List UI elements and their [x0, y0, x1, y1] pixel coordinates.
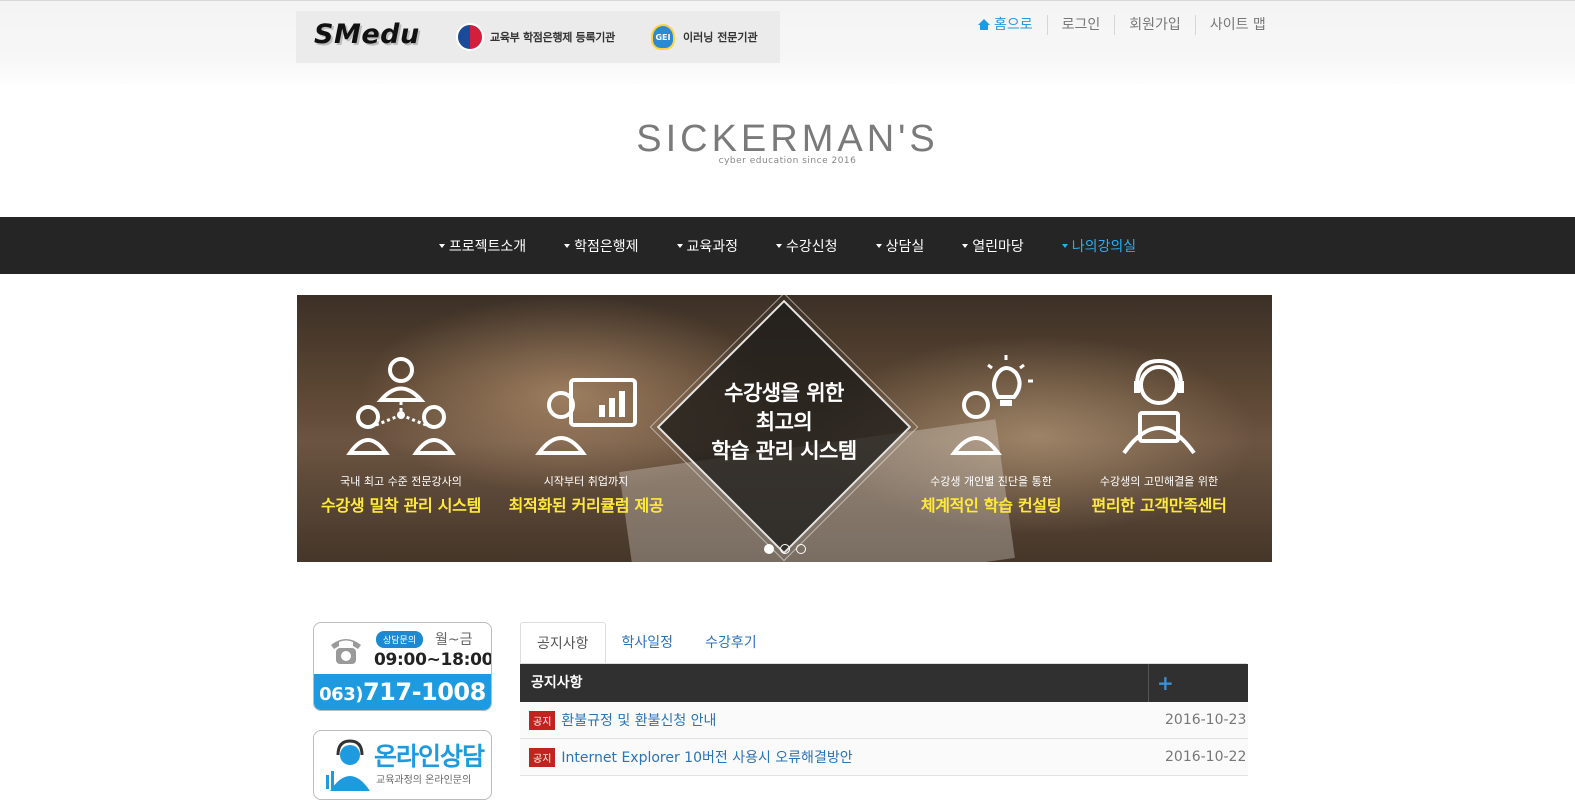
brand-box: SMedu 교육부 학점은행제 등록기관 GEI 이러닝 전문기관: [296, 11, 780, 63]
caret-down-icon: [875, 243, 882, 248]
nav-item-credit-bank[interactable]: 학점은행제: [545, 236, 657, 256]
presenter-chart-icon: [535, 378, 637, 455]
notice-subject[interactable]: 환불규정 및 환불신청 안내: [561, 710, 1148, 730]
nav-item-project[interactable]: 프로젝트소개: [420, 236, 545, 256]
feature-2: 시작부터 취업까지 최적화된 커리큘럼 제공: [486, 355, 686, 516]
util-signup-link[interactable]: 회원가입: [1114, 15, 1195, 35]
utility-nav: 홈으로 로그인 회원가입 사이트 맵: [978, 15, 1280, 35]
table-row[interactable]: 공지 환불규정 및 환불신청 안내 2016-10-23: [520, 702, 1248, 739]
caret-down-icon: [962, 243, 969, 248]
gov-badge: 교육부 학점은행제 등록기관: [456, 23, 615, 51]
gov-badge-label: 교육부 학점은행제 등록기관: [490, 31, 615, 44]
nav-item-community[interactable]: 열린마당: [943, 236, 1043, 256]
consult-tag: 상담문의: [376, 631, 424, 648]
nav-item-counseling[interactable]: 상담실: [857, 236, 944, 256]
banner-center-diamond: 수강생을 위한 최고의 학습 관리 시스템: [649, 295, 919, 562]
nav-item-my-classroom[interactable]: 나의강의실: [1043, 236, 1155, 256]
home-icon: [978, 19, 990, 30]
notice-subject[interactable]: Internet Explorer 10버전 사용시 오류해결방안: [561, 747, 1148, 767]
telephone-icon: [331, 639, 361, 664]
feature-1-big: 수강생 밀착 관리 시스템: [320, 496, 481, 515]
util-login-link[interactable]: 로그인: [1046, 15, 1115, 35]
notice-date: 2016-10-23: [1165, 712, 1247, 728]
consult-hours: 09:00~18:00: [374, 650, 492, 670]
feature-4-big: 편리한 고객만족센터: [1091, 496, 1227, 515]
util-sitemap-link[interactable]: 사이트 맵: [1194, 15, 1280, 35]
slider-dot-2[interactable]: [780, 544, 790, 554]
feature-4: 수강생의 고민해결을 위한 편리한 고객만족센터: [1059, 355, 1259, 516]
gei-emblem-icon: GEI: [651, 24, 675, 50]
idea-person-icon: [950, 355, 1033, 455]
slider-dot-3[interactable]: [796, 544, 806, 554]
smedu-logo[interactable]: SMedu: [314, 19, 420, 50]
caret-down-icon: [1061, 243, 1068, 248]
board-header: 공지사항 +: [520, 664, 1248, 702]
site-subtitle: cyber education since 2016: [718, 156, 857, 166]
gei-badge: GEI 이러닝 전문기관: [651, 21, 758, 53]
board-tabs: 공지사항 학사일정 수강후기: [520, 622, 773, 664]
online-consult-desc: 교육과정의 온라인문의: [376, 775, 472, 786]
consult-days: 월~금: [435, 632, 473, 648]
counselor-headset-icon: [326, 739, 370, 791]
people-network-icon: [346, 357, 456, 455]
feature-2-big: 최적화된 커리큘럼 제공: [508, 496, 664, 515]
slider-dot-1[interactable]: [764, 544, 774, 554]
board-header-title: 공지사항: [520, 664, 1149, 702]
caret-down-icon: [676, 243, 683, 248]
gei-badge-label: 이러닝 전문기관: [683, 31, 758, 44]
hero-banner[interactable]: 국내 최고 수준 전문강사의 수강생 밀착 관리 시스템 시작부터 취업까지 최…: [297, 295, 1272, 562]
caret-down-icon: [776, 243, 783, 248]
feature-1-small: 국내 최고 수준 전문강사의: [340, 475, 462, 488]
nav-item-enrollment[interactable]: 수강신청: [757, 236, 857, 256]
phone-number: 063)717-1008: [314, 674, 491, 710]
tab-reviews[interactable]: 수강후기: [689, 622, 773, 664]
tab-schedule[interactable]: 학사일정: [606, 622, 690, 664]
headset-support-icon: [1122, 358, 1196, 455]
caret-down-icon: [438, 243, 445, 248]
notice-board: 공지사항 + 공지 환불규정 및 환불신청 안내 2016-10-23 공지 I…: [520, 664, 1248, 776]
nav-item-courses[interactable]: 교육과정: [658, 236, 758, 256]
tab-notices[interactable]: 공지사항: [520, 622, 606, 664]
notice-date: 2016-10-22: [1165, 749, 1247, 765]
phone-consult-box[interactable]: 상담문의 월~금 09:00~18:00 063)717-1008: [313, 622, 492, 711]
more-plus-icon[interactable]: +: [1149, 664, 1248, 702]
notice-badge: 공지: [529, 747, 556, 767]
table-row[interactable]: 공지 Internet Explorer 10버전 사용시 오류해결방안 201…: [520, 739, 1248, 776]
online-consult-box[interactable]: 온라인상담 교육과정의 온라인문의: [313, 730, 492, 800]
main-nav: 프로젝트소개 학점은행제 교육과정 수강신청 상담실 열린마당 나의강의실: [0, 217, 1575, 274]
caret-down-icon: [564, 243, 571, 248]
feature-2-small: 시작부터 취업까지: [543, 475, 629, 488]
top-bar: SMedu 교육부 학점은행제 등록기관 GEI 이러닝 전문기관 홈으로 로그…: [0, 0, 1575, 84]
site-title[interactable]: SICKERMAN'S: [0, 118, 1575, 161]
util-home-link[interactable]: 홈으로: [978, 15, 1047, 35]
banner-headline: 수강생을 위한 최고의 학습 관리 시스템: [711, 381, 857, 463]
slider-dots: [761, 544, 809, 554]
notice-badge: 공지: [529, 710, 556, 730]
feature-4-small: 수강생의 고민해결을 위한: [1099, 475, 1219, 488]
online-consult-title: 온라인상담: [374, 742, 485, 771]
feature-1: 국내 최고 수준 전문강사의 수강생 밀착 관리 시스템: [301, 355, 501, 516]
taegeuk-icon: [456, 23, 484, 51]
